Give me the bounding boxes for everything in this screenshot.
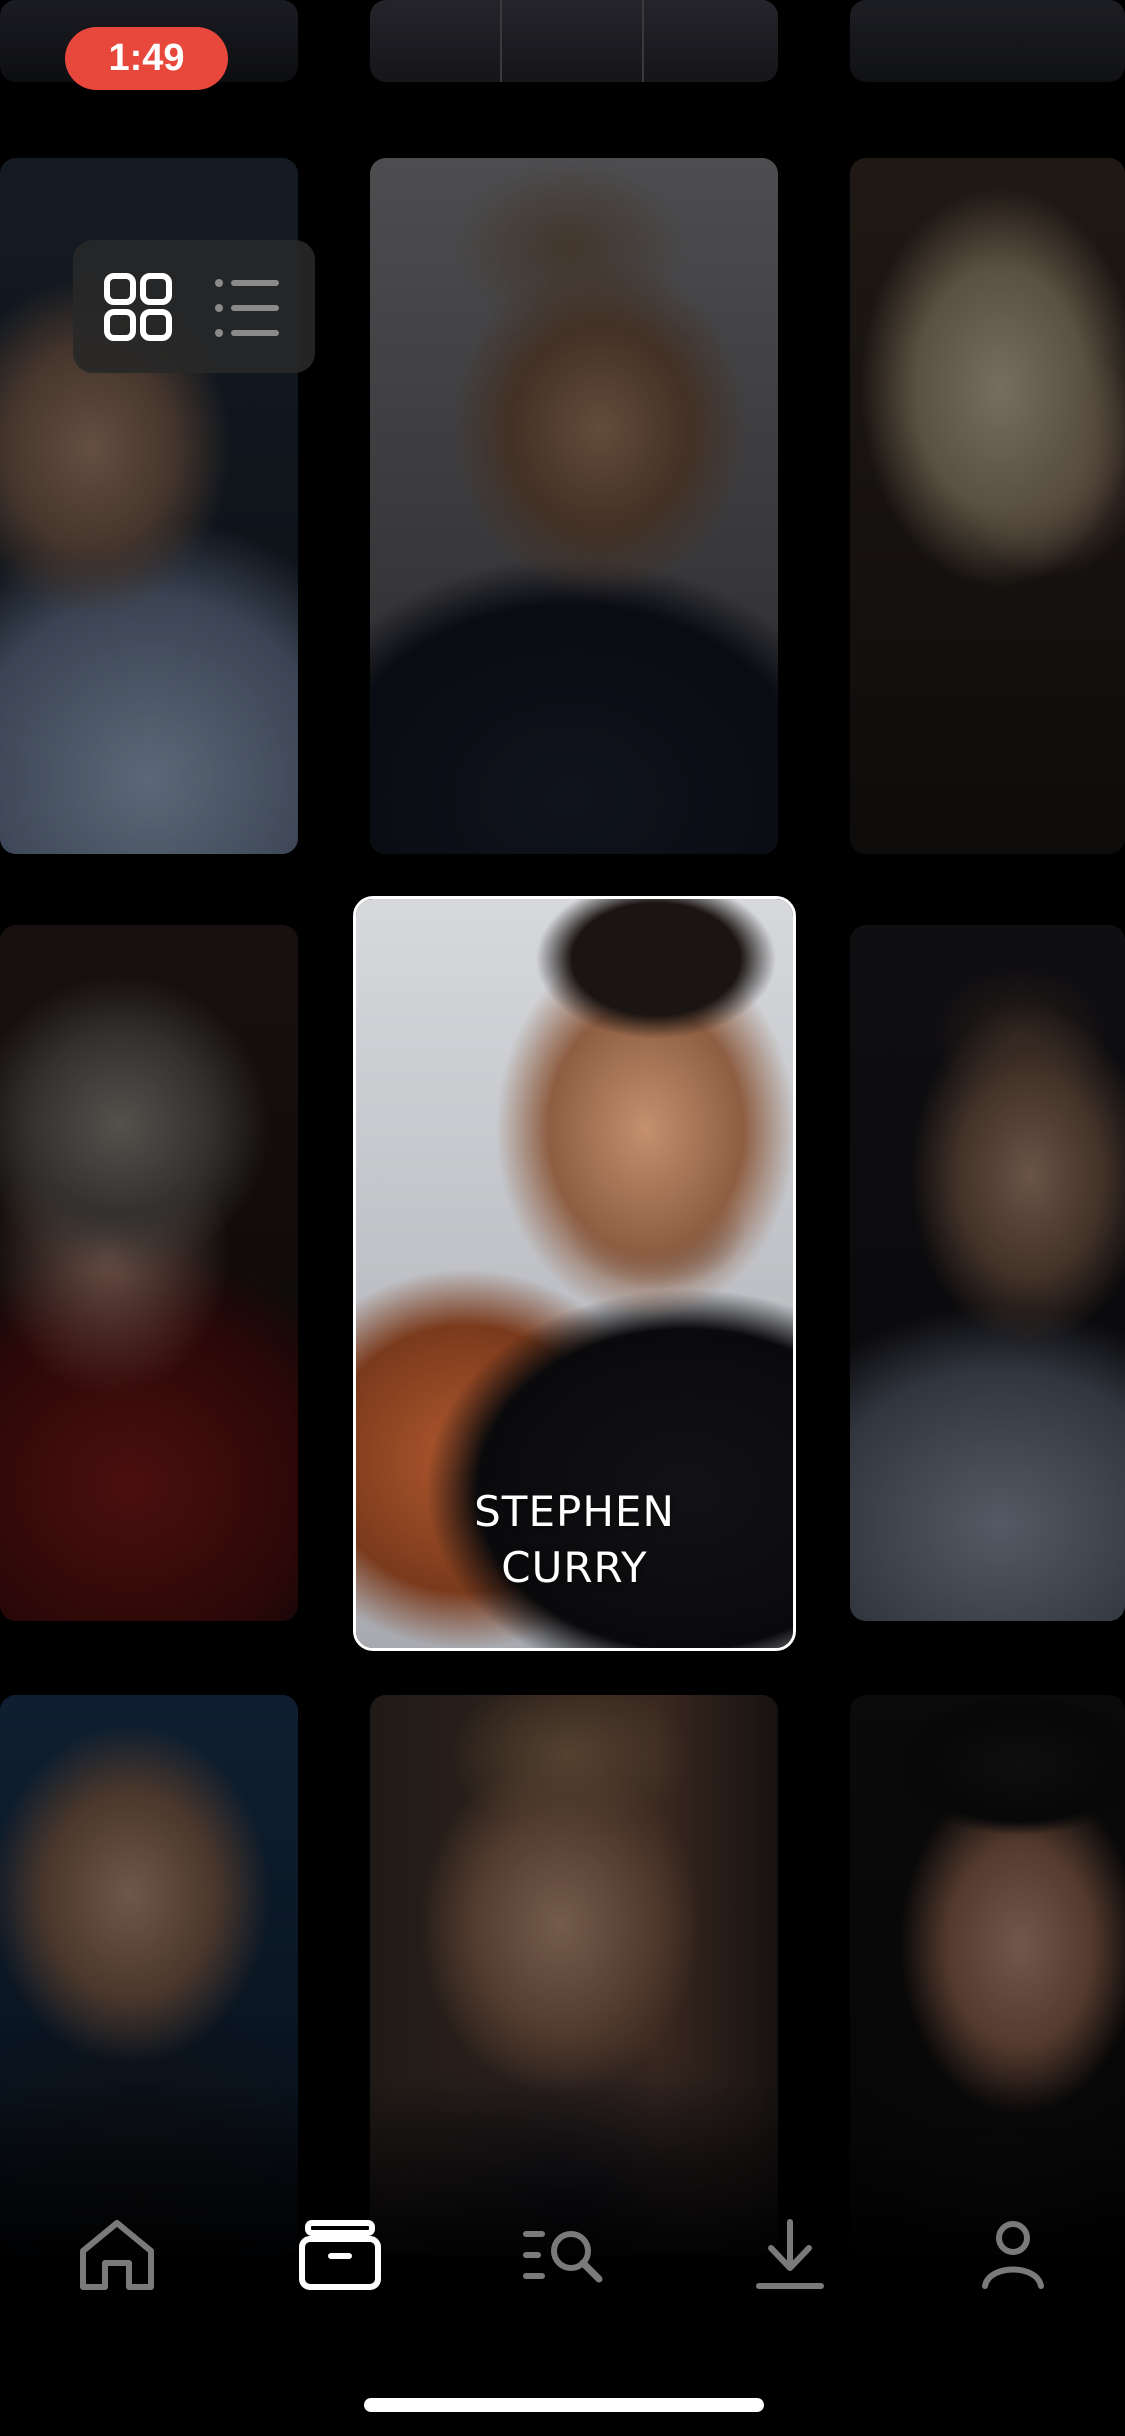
profile-icon [982, 2221, 1044, 2289]
tab-home[interactable] [72, 2210, 162, 2300]
card-top-partial-center[interactable] [370, 0, 778, 82]
tab-bar [0, 2180, 1125, 2320]
tab-library[interactable] [295, 2210, 385, 2300]
tab-search[interactable] [518, 2210, 608, 2300]
card-name-label: STEPHEN CURRY [474, 1487, 675, 1592]
tab-downloads[interactable] [745, 2210, 835, 2300]
grid-view-button[interactable] [103, 272, 173, 342]
library-icon [299, 2220, 381, 2290]
card-malcolm[interactable] [850, 925, 1125, 1621]
card-gordon[interactable] [370, 158, 778, 854]
download-icon [756, 2219, 824, 2289]
tab-profile[interactable] [968, 2210, 1058, 2300]
card-stephen-curry[interactable]: STEPHEN CURRY [353, 896, 796, 1651]
view-toggle [73, 240, 315, 373]
card-annie[interactable] [850, 158, 1125, 854]
card-top-partial-right[interactable] [850, 0, 1125, 82]
home-indicator [364, 2398, 764, 2412]
card-margaret[interactable] [0, 925, 298, 1621]
search-icon [523, 2231, 603, 2283]
home-icon [80, 2220, 154, 2290]
status-time: 1:49 [65, 27, 228, 90]
grid-icon [104, 273, 172, 341]
list-view-button[interactable] [213, 275, 283, 341]
list-icon [215, 279, 279, 337]
